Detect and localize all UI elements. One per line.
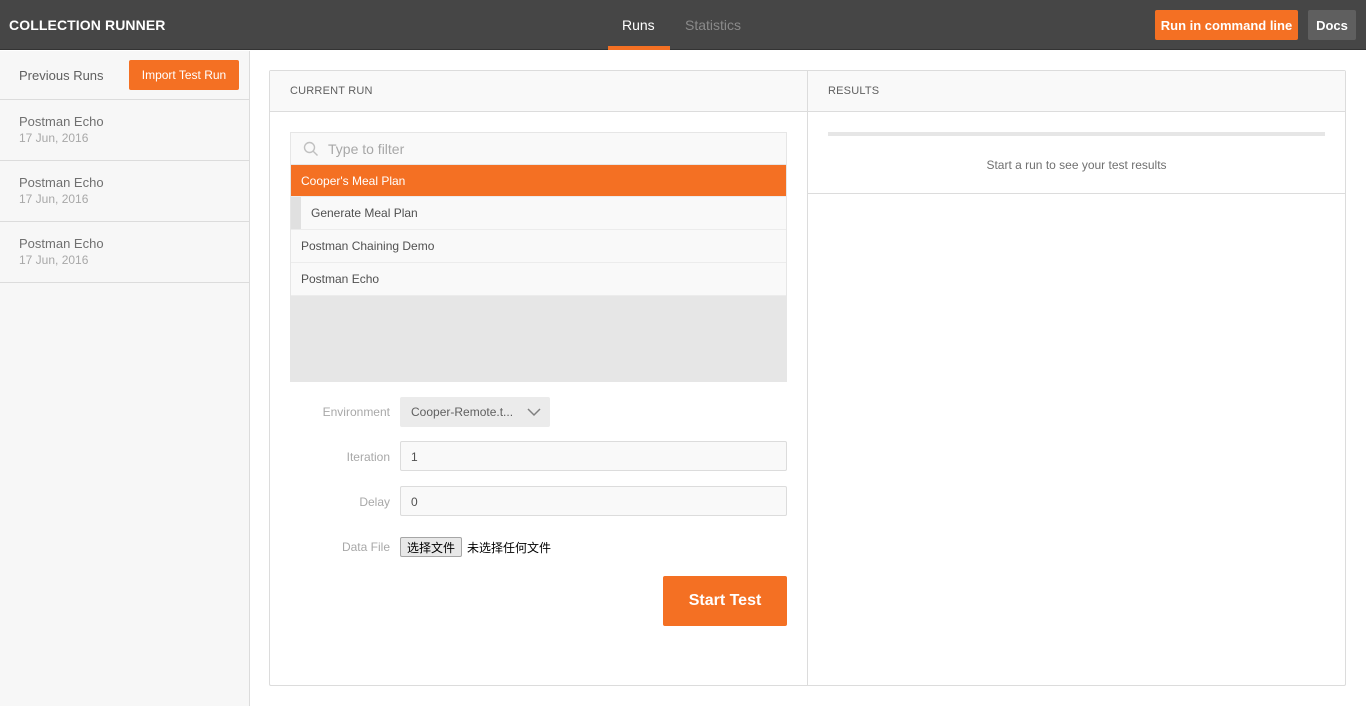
iteration-label: Iteration: [346, 450, 390, 464]
results-progress-bar: [828, 132, 1325, 136]
start-test-button[interactable]: Start Test: [663, 576, 787, 626]
previous-run-item[interactable]: Postman Echo 17 Jun, 2016: [0, 100, 249, 161]
results-divider: [808, 193, 1345, 194]
current-run-column: CURRENT RUN Type to filter Cooper's Meal…: [270, 71, 808, 685]
run-name: Postman Echo: [19, 236, 104, 251]
run-date: 17 Jun, 2016: [19, 253, 89, 267]
collection-label: Cooper's Meal Plan: [301, 173, 406, 188]
folder-label: Generate Meal Plan: [311, 206, 418, 220]
collection-item[interactable]: Postman Echo: [291, 263, 786, 296]
folder-item[interactable]: Generate Meal Plan: [291, 197, 786, 230]
results-heading: RESULTS: [808, 71, 1345, 112]
run-date: 17 Jun, 2016: [19, 192, 89, 206]
filter-placeholder: Type to filter: [328, 141, 405, 157]
iteration-input[interactable]: 1: [400, 441, 787, 471]
run-in-command-line-button[interactable]: Run in command line: [1155, 10, 1298, 40]
collection-item[interactable]: Postman Chaining Demo: [291, 230, 786, 263]
docs-button[interactable]: Docs: [1308, 10, 1356, 40]
folder-indent-bar: [291, 197, 301, 229]
current-run-heading: CURRENT RUN: [270, 71, 807, 112]
choose-file-button[interactable]: 选择文件: [400, 537, 463, 557]
no-file-chosen-text: 未选择任何文件: [467, 541, 552, 555]
delay-input[interactable]: 0: [400, 486, 787, 516]
data-file-label: Data File: [341, 540, 390, 554]
collection-label: Postman Echo: [301, 272, 380, 286]
environment-select[interactable]: Cooper-Remote.t...: [400, 397, 550, 427]
previous-runs-title: Previous Runs: [19, 68, 104, 83]
collection-picker: Type to filter Cooper's Meal Plan Genera…: [290, 132, 787, 382]
search-icon: [303, 141, 318, 156]
top-bar: COLLECTION RUNNER Runs Statistics Run in…: [0, 0, 1366, 50]
run-name: Postman Echo: [19, 175, 104, 190]
environment-value: Cooper-Remote.t...: [411, 405, 514, 419]
previous-run-item[interactable]: Postman Echo 17 Jun, 2016: [0, 161, 249, 222]
run-date: 17 Jun, 2016: [19, 131, 89, 145]
collection-label: Postman Chaining Demo: [301, 239, 435, 253]
tab-statistics[interactable]: Statistics: [685, 17, 741, 33]
results-empty-message: Start a run to see your test results: [986, 158, 1167, 172]
collection-item-selected[interactable]: Cooper's Meal Plan: [291, 165, 786, 197]
tab-runs[interactable]: Runs: [622, 17, 655, 33]
import-test-run-button[interactable]: Import Test Run: [129, 60, 239, 90]
run-name: Postman Echo: [19, 114, 104, 129]
environment-label: Environment: [322, 405, 390, 419]
delay-label: Delay: [359, 495, 390, 509]
runner-panel: CURRENT RUN Type to filter Cooper's Meal…: [269, 70, 1346, 686]
filter-input[interactable]: Type to filter: [291, 133, 786, 165]
sidebar-header: Previous Runs Import Test Run: [0, 51, 249, 100]
active-tab-indicator: [608, 46, 670, 50]
previous-run-item[interactable]: Postman Echo 17 Jun, 2016: [0, 222, 249, 283]
chevron-down-icon: [527, 408, 541, 417]
results-column: RESULTS Start a run to see your test res…: [808, 71, 1345, 685]
sidebar: Previous Runs Import Test Run Postman Ec…: [0, 51, 250, 706]
app-title: COLLECTION RUNNER: [9, 17, 166, 33]
